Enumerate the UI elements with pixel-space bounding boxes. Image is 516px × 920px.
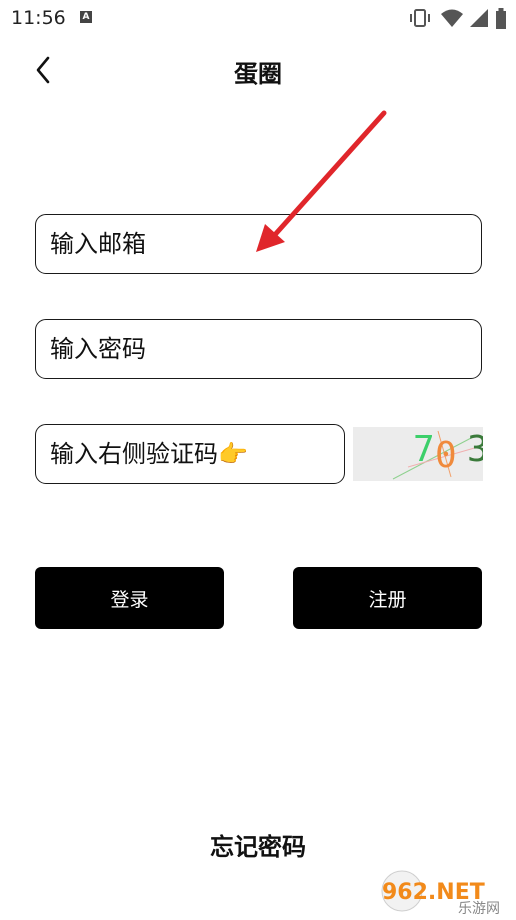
watermark-svg: 962.NET 乐游网: [381, 870, 500, 917]
vibrate-icon: [410, 9, 430, 27]
watermark-logo: 962.NET 乐游网: [378, 866, 514, 917]
captcha-field[interactable]: [35, 424, 345, 484]
battery-icon: [496, 8, 506, 29]
status-bar: 11:56 A: [0, 0, 516, 36]
login-button[interactable]: 登录: [35, 567, 224, 629]
app-header: 蛋圈: [0, 44, 516, 96]
forgot-password-link[interactable]: 忘记密码: [0, 827, 516, 862]
wifi-icon: [441, 9, 463, 27]
status-time: 11:56: [11, 7, 66, 29]
notification-badge: A: [80, 11, 92, 23]
page-title: 蛋圈: [234, 60, 282, 88]
password-input[interactable]: [36, 320, 481, 378]
captcha-char: 3: [467, 429, 483, 470]
register-button[interactable]: 注册: [293, 567, 482, 629]
password-field[interactable]: [35, 319, 482, 379]
captcha-svg: 7 0 3: [392, 429, 483, 480]
signal-icon: [470, 9, 488, 27]
captcha-char: 7: [413, 429, 435, 470]
captcha-input[interactable]: [36, 425, 344, 483]
email-input[interactable]: [36, 215, 481, 273]
captcha-image[interactable]: 7 0 3: [353, 427, 483, 481]
captcha-char: 0: [435, 435, 457, 476]
watermark-sub: 乐游网: [458, 901, 500, 916]
email-field[interactable]: [35, 214, 482, 274]
